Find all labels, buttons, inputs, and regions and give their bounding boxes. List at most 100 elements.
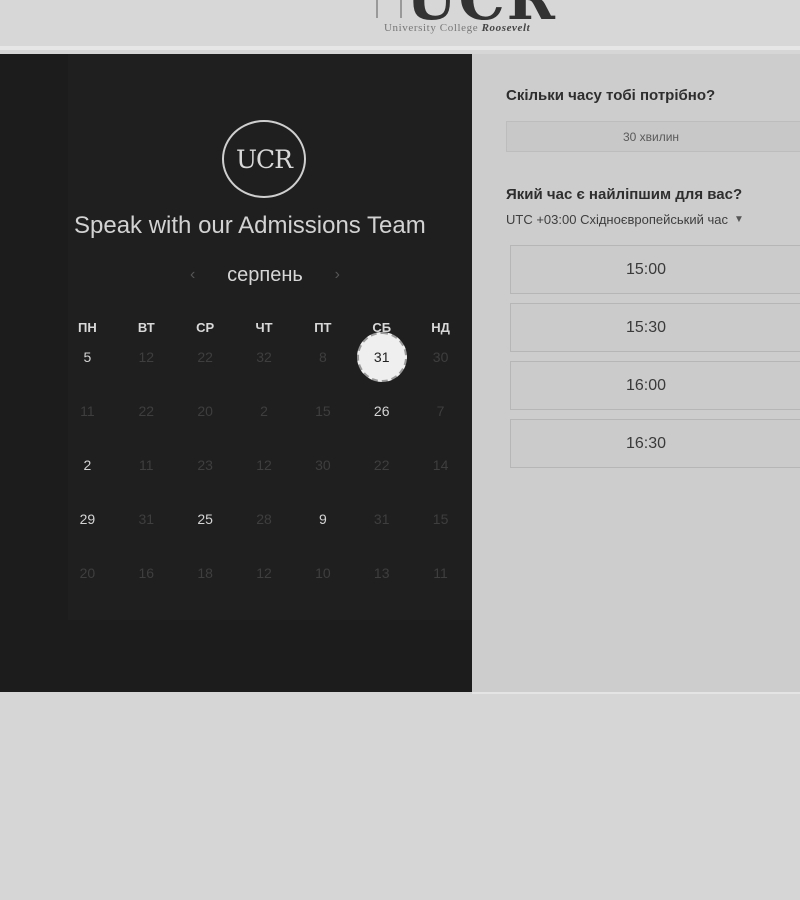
- calendar-day-number: 16: [138, 565, 155, 581]
- calendar-day: 31: [352, 508, 411, 530]
- pillars-icon: [376, 0, 402, 18]
- calendar-day-number: 32: [256, 349, 272, 365]
- calendar-day-number: 7: [436, 403, 445, 419]
- calendar-day-number: 31: [138, 511, 155, 527]
- timezone-select[interactable]: UTC +03:00 Східноєвропейський час ▼: [506, 212, 744, 227]
- calendar-day-selected[interactable]: 31: [352, 332, 411, 382]
- calendar-day: 12: [235, 454, 294, 476]
- calendar-day-number: 9: [318, 511, 327, 527]
- time-slot-button[interactable]: 15:30: [510, 303, 800, 352]
- calendar-day-number: 30: [315, 457, 331, 473]
- time-question: Який час є найліпшим для вас?: [506, 186, 743, 203]
- ucr-logo: UCR University College Roosevelt: [372, 0, 578, 42]
- calendar-day: 11: [411, 562, 470, 584]
- calendar-day: 18: [176, 562, 235, 584]
- calendar-day: 7: [411, 400, 470, 422]
- calendar-day-number: 28: [256, 511, 272, 527]
- calendar-day-number: 11: [80, 403, 95, 419]
- calendar-day-number: 12: [256, 565, 272, 581]
- calendar-day: 15: [293, 400, 352, 422]
- prev-month-icon[interactable]: ‹: [190, 266, 195, 284]
- calendar-panel: UCR Speak with our Admissions Team ‹ сер…: [0, 54, 472, 692]
- next-month-icon[interactable]: ›: [335, 266, 340, 284]
- calendar-day-number: 23: [197, 457, 213, 473]
- calendar-day-number: 18: [197, 565, 213, 581]
- calendar-day-number: 31: [373, 511, 390, 527]
- calendar-day-number: 20: [79, 565, 96, 581]
- duration-select[interactable]: 30 хвилин: [506, 121, 800, 152]
- calendar-day-number: 13: [373, 565, 390, 581]
- calendar-day: 22: [117, 400, 176, 422]
- calendar-day-number: 29: [79, 511, 96, 527]
- calendar-day: 20: [58, 562, 117, 584]
- header-divider: [0, 46, 800, 50]
- logo-subtitle-bold: Roosevelt: [481, 22, 531, 34]
- calendar-day[interactable]: 5: [58, 346, 117, 368]
- calendar-day: 11: [117, 454, 176, 476]
- weekday-header: ПН ВТ СР ЧТ ПТ СБ НД: [58, 320, 470, 335]
- calendar-day: 13: [352, 562, 411, 584]
- calendar-day: 12: [235, 562, 294, 584]
- calendar-day: 15: [411, 508, 470, 530]
- timezone-label: UTC +03:00 Східноєвропейський час: [506, 212, 728, 227]
- calendar-day-number: 15: [432, 511, 449, 527]
- calendar-day[interactable]: 9: [293, 508, 352, 530]
- calendar-day: 11: [58, 400, 117, 422]
- calendar-day-number: 26: [373, 403, 390, 419]
- calendar-day-number: 15: [315, 403, 331, 419]
- weekday-label: ВТ: [137, 320, 155, 335]
- calendar-day: 12: [117, 346, 176, 368]
- header-band: UCR University College Roosevelt: [0, 0, 800, 46]
- calendar-day: 22: [352, 454, 411, 476]
- calendar-day-number: 31: [373, 349, 390, 365]
- calendar-day-number: 30: [432, 349, 449, 365]
- calendar-day: 30: [293, 454, 352, 476]
- calendar-day-number: 22: [373, 457, 390, 473]
- calendar-day: 20: [176, 400, 235, 422]
- calendar-day: 10: [293, 562, 352, 584]
- calendar-day-number: 14: [432, 457, 449, 473]
- calendar-day[interactable]: 29: [58, 508, 117, 530]
- calendar-day: 14: [411, 454, 470, 476]
- logo-subtitle: University College Roosevelt: [384, 22, 530, 34]
- calendar-day[interactable]: 26: [352, 400, 411, 422]
- calendar-day[interactable]: 25: [176, 508, 235, 530]
- calendar-day: 32: [235, 346, 294, 368]
- weekday-label: СР: [196, 320, 215, 335]
- calendar-week-row: 5 12 22 32 8 31 30: [58, 332, 470, 400]
- time-slot-button[interactable]: 16:00: [510, 361, 800, 410]
- month-navigation: ‹ серпень ›: [190, 260, 340, 290]
- calendar-day-number: 2: [83, 457, 92, 473]
- calendar-day: 16: [117, 562, 176, 584]
- calendar-day-number: 22: [138, 403, 155, 419]
- calendar-day-number: 25: [197, 511, 213, 527]
- calendar-week-row: 2 11 23 12 30 22 14: [58, 454, 470, 508]
- calendar-day-number: 2: [260, 403, 268, 419]
- weekday-label: ЧТ: [255, 320, 273, 335]
- calendar-day-number: 11: [433, 565, 448, 581]
- caret-down-icon: ▼: [733, 214, 744, 225]
- calendar-day-number: 8: [318, 349, 327, 365]
- duration-question: Скільки часу тобі потрібно?: [506, 87, 716, 104]
- calendar-day: 23: [176, 454, 235, 476]
- calendar-day: 30: [411, 346, 470, 368]
- calendar-week-row: 20 16 18 12 10 13 11: [58, 562, 470, 616]
- time-slot-button[interactable]: 16:30: [510, 419, 800, 468]
- calendar-title: Speak with our Admissions Team: [74, 212, 426, 239]
- ucr-badge: UCR: [222, 120, 306, 198]
- calendar-day-number: 5: [83, 349, 92, 365]
- weekday-label: ПН: [78, 320, 97, 335]
- calendar-day-number: 22: [197, 349, 213, 365]
- calendar-day-number: 12: [256, 457, 272, 473]
- weekday-label: ПТ: [314, 320, 332, 335]
- calendar-week-row: 11 22 20 2 15 26 7: [58, 400, 470, 454]
- calendar-day-number: 10: [315, 565, 331, 581]
- calendar-day[interactable]: 2: [58, 454, 117, 476]
- calendar-day-number: 11: [139, 457, 154, 473]
- calendar-day-number: 20: [197, 403, 213, 419]
- calendar-day-number: 12: [138, 349, 155, 365]
- booking-panel: Скільки часу тобі потрібно? 30 хвилин Як…: [472, 54, 800, 692]
- calendar-day: 31: [117, 508, 176, 530]
- logo-subtitle-text: University College: [384, 22, 479, 34]
- time-slot-button[interactable]: 15:00: [510, 245, 800, 294]
